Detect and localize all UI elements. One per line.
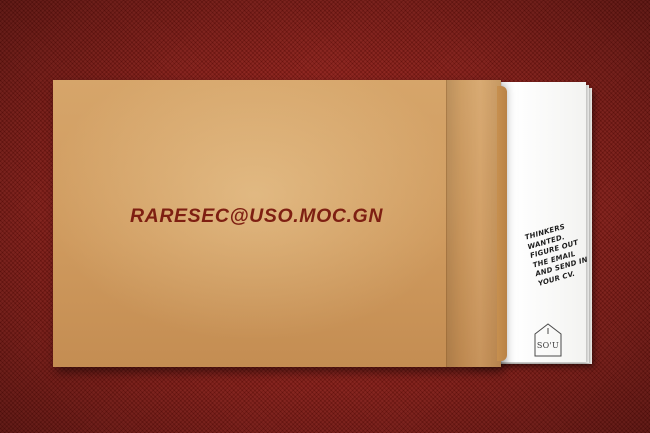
envelope-flap-edge bbox=[497, 86, 507, 361]
envelope-email-text: RARESEC@USO.MOC.GN bbox=[130, 205, 383, 227]
logo-text: SO'U bbox=[536, 341, 560, 350]
house-outline-icon bbox=[534, 323, 562, 357]
envelope-fold bbox=[446, 80, 502, 367]
company-logo: SO'U bbox=[533, 322, 563, 358]
manila-envelope: RARESEC@USO.MOC.GN bbox=[53, 80, 507, 367]
photo-scene: THINKERS WANTED. FIGURE OUT THE EMAIL AN… bbox=[0, 0, 650, 433]
